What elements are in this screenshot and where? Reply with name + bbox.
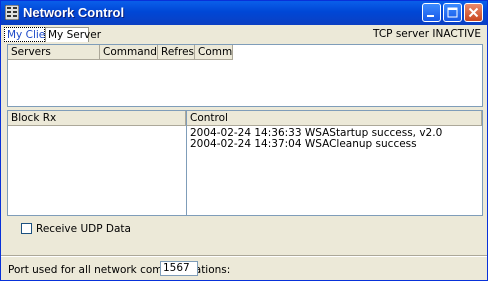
minimize-icon [427,15,434,17]
servers-column-header[interactable]: Servers [8,45,100,60]
receive-udp-checkbox[interactable] [21,223,32,234]
app-icon [5,5,19,20]
maximize-icon [447,7,458,18]
refresh-column-header[interactable]: Refresh [158,45,195,60]
comment-column-header[interactable]: Comment [195,45,233,60]
port-input[interactable]: 1567 [160,261,198,276]
close-icon [468,7,479,18]
tab-my-server[interactable]: My Server [45,27,101,42]
block-rx-panel[interactable]: Block Rx [7,110,187,216]
servers-list[interactable]: Servers Command Refresh Comment [7,44,483,107]
minimize-button[interactable] [422,3,441,22]
window-title: Network Control [23,5,125,20]
receive-udp-label[interactable]: Receive UDP Data [36,223,131,235]
block-rx-header[interactable]: Block Rx [8,111,186,126]
tab-my-client[interactable]: My Client [4,27,56,42]
control-header[interactable]: Control [187,111,482,126]
divider [1,255,487,257]
control-log-panel[interactable]: Control 2004-02-24 14:36:33 WSAStartup s… [186,110,483,216]
tcp-server-status: TCP server INACTIVE [373,28,481,40]
close-button[interactable] [464,3,483,22]
maximize-button[interactable] [443,3,462,22]
log-line: 2004-02-24 14:37:04 WSACleanup success [190,138,417,150]
main-window: Network Control My Client My Server TCP … [0,0,488,281]
control-log: 2004-02-24 14:36:33 WSAStartup success, … [190,128,442,150]
title-bar[interactable]: Network Control [1,1,487,25]
command-column-header[interactable]: Command [100,45,158,60]
